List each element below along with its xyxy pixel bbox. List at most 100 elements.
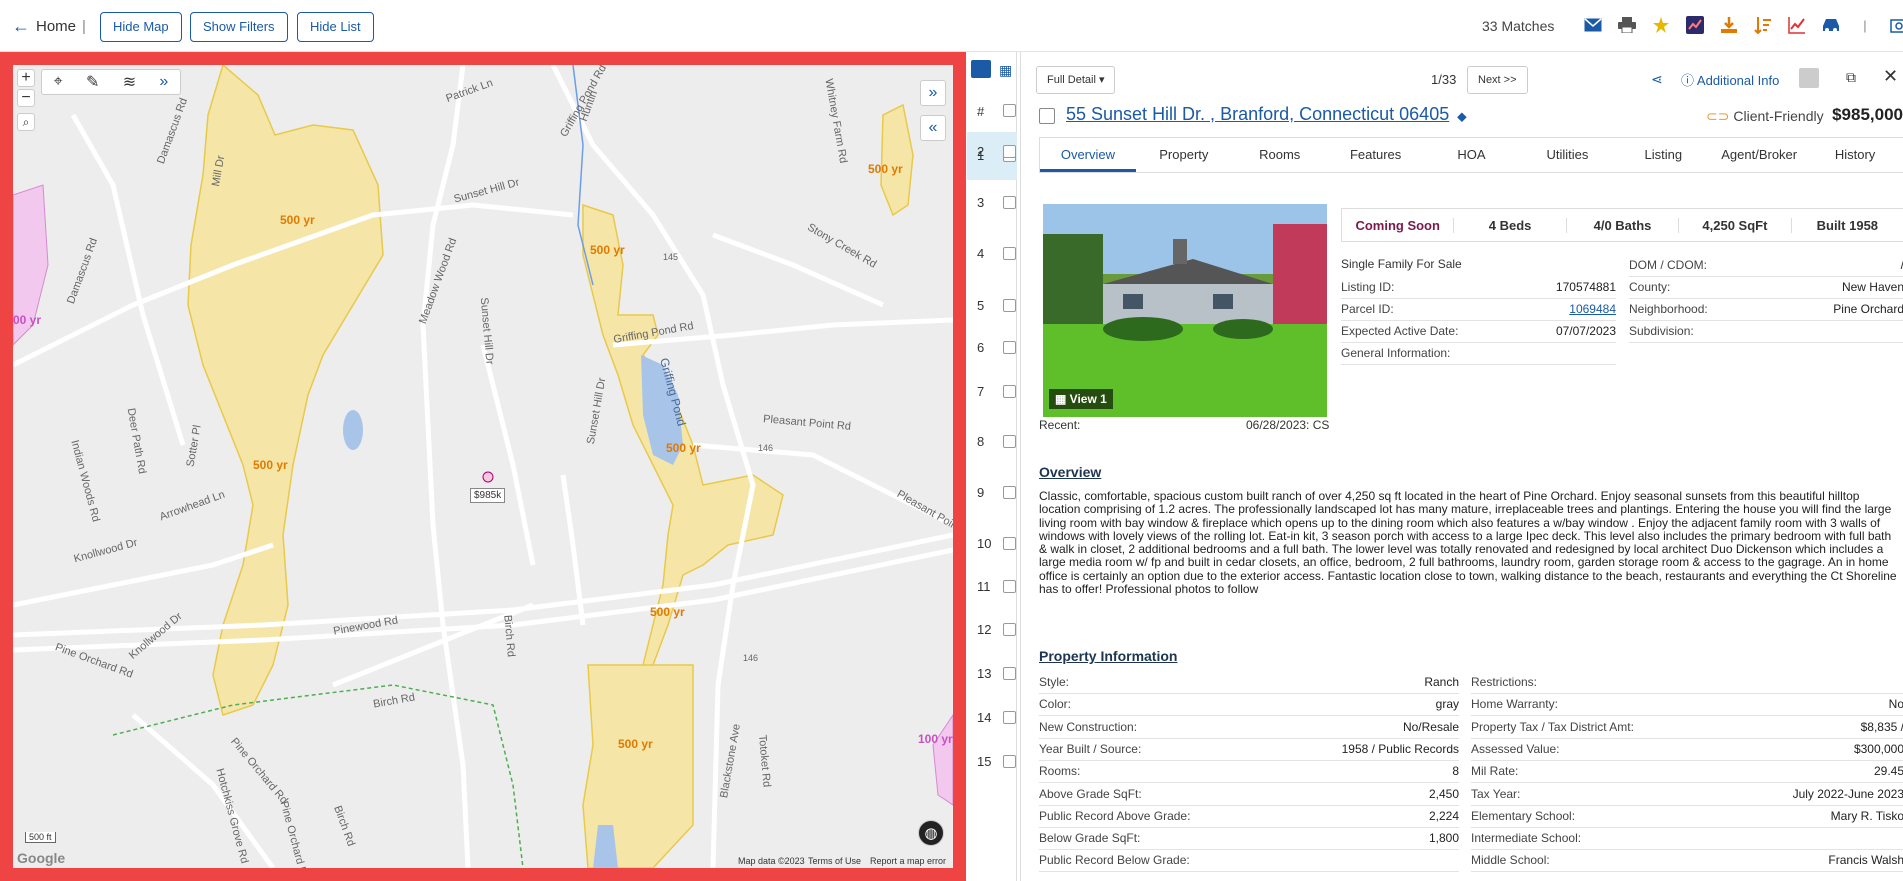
row-checkbox[interactable] bbox=[1003, 711, 1016, 724]
price-marker[interactable]: $985k bbox=[470, 488, 506, 503]
field-value[interactable]: 1069484 bbox=[1569, 299, 1616, 319]
zoom-in-button[interactable]: + bbox=[17, 69, 35, 87]
map-pin-icon[interactable]: ⬥ bbox=[1457, 108, 1467, 125]
field-row: Rooms: 8 bbox=[1039, 761, 1459, 784]
list-row[interactable]: 10 bbox=[967, 536, 1017, 576]
row-checkbox[interactable] bbox=[1003, 196, 1016, 209]
row-checkbox[interactable] bbox=[1003, 580, 1016, 593]
sort-icon[interactable] bbox=[1752, 14, 1774, 36]
row-checkbox[interactable] bbox=[1003, 341, 1016, 354]
stats-icon[interactable] bbox=[1684, 14, 1706, 36]
field-label: Intermediate School: bbox=[1471, 831, 1582, 846]
listing-photo[interactable]: ▦ View 1 bbox=[1043, 204, 1327, 417]
tab-rooms[interactable]: Rooms bbox=[1232, 138, 1328, 172]
row-checkbox[interactable] bbox=[1003, 486, 1016, 499]
property-marker-icon[interactable] bbox=[482, 471, 494, 483]
list-row[interactable]: 13 bbox=[967, 666, 1017, 706]
list-row[interactable]: 2 bbox=[967, 144, 1017, 184]
list-row[interactable]: 8 bbox=[967, 434, 1017, 474]
row-checkbox[interactable] bbox=[1003, 435, 1016, 448]
draw-icon[interactable]: ✎ bbox=[86, 72, 99, 92]
additional-info-link[interactable]: ⓘ Additional Info bbox=[1681, 70, 1779, 89]
map-panel[interactable]: + − ⌕ ⌖ ✎ ≋ » » « Patrick Ln Damascus Rd… bbox=[0, 52, 966, 881]
row-number: 10 bbox=[977, 536, 992, 551]
row-checkbox[interactable] bbox=[1003, 247, 1016, 260]
back-arrow-icon: ← bbox=[12, 16, 30, 36]
row-checkbox[interactable] bbox=[1003, 623, 1016, 636]
report-error-link[interactable]: Report a map error bbox=[870, 856, 946, 866]
tab-property[interactable]: Property bbox=[1136, 138, 1232, 172]
field-value: 07/07/2023 bbox=[1555, 324, 1616, 338]
close-icon[interactable]: ✕ bbox=[1883, 66, 1898, 87]
tab-hoa[interactable]: HOA bbox=[1424, 138, 1520, 172]
field-label: Assessed Value: bbox=[1471, 741, 1560, 756]
select-listing-checkbox[interactable] bbox=[1039, 108, 1055, 124]
row-checkbox[interactable] bbox=[1003, 667, 1016, 680]
grid-view-icon[interactable]: ▦ bbox=[999, 62, 1012, 79]
row-checkbox[interactable] bbox=[1003, 145, 1016, 158]
list-row[interactable]: 14 bbox=[967, 710, 1017, 750]
row-checkbox[interactable] bbox=[1003, 385, 1016, 398]
terms-link[interactable]: Terms of Use bbox=[808, 856, 861, 866]
zoom-out-button[interactable]: − bbox=[17, 89, 35, 107]
popout-icon[interactable]: ⧉ bbox=[1846, 69, 1856, 86]
download-icon[interactable] bbox=[1718, 14, 1740, 36]
client-friendly-toggle[interactable]: ⊂⊃ Client-Friendly bbox=[1706, 108, 1824, 125]
edit-icon[interactable] bbox=[1799, 68, 1819, 88]
car-icon[interactable] bbox=[1820, 14, 1842, 36]
row-number: 8 bbox=[977, 434, 985, 449]
row-number: 13 bbox=[977, 666, 992, 681]
chart-icon[interactable] bbox=[1786, 14, 1808, 36]
list-view-icon[interactable] bbox=[971, 60, 991, 78]
tab-features[interactable]: Features bbox=[1328, 138, 1424, 172]
list-row[interactable]: 12 bbox=[967, 622, 1017, 662]
tab-utilities[interactable]: Utilities bbox=[1519, 138, 1615, 172]
field-row: Neighborhood: Pine Orchard bbox=[1629, 299, 1903, 321]
list-row[interactable]: 5 bbox=[967, 298, 1017, 338]
show-filters-button[interactable]: Show Filters bbox=[190, 12, 288, 42]
tab-listing[interactable]: Listing bbox=[1615, 138, 1711, 172]
email-icon[interactable] bbox=[1582, 14, 1604, 36]
list-row[interactable]: 15 bbox=[967, 754, 1017, 794]
view-label: View 1 bbox=[1069, 392, 1107, 406]
crosshair-icon[interactable]: ⌖ bbox=[54, 73, 63, 91]
list-row[interactable]: 4 bbox=[967, 246, 1017, 286]
home-link[interactable]: ← Home | bbox=[12, 16, 86, 37]
zoom-search-icon[interactable]: ⌕ bbox=[17, 113, 35, 131]
field-label: Above Grade SqFt: bbox=[1039, 786, 1142, 801]
recent-value: 06/28/2023: CS bbox=[1246, 418, 1330, 432]
hide-map-button[interactable]: Hide Map bbox=[100, 12, 182, 42]
hide-list-button[interactable]: Hide List bbox=[297, 12, 374, 42]
layers-icon[interactable]: ≋ bbox=[123, 72, 136, 92]
row-checkbox[interactable] bbox=[1003, 537, 1016, 550]
share-icon[interactable]: ⋖ bbox=[1651, 71, 1663, 88]
full-detail-dropdown[interactable]: Full Detail ▾ bbox=[1036, 66, 1116, 94]
expand-right-icon[interactable]: » bbox=[920, 80, 946, 106]
tab-overview[interactable]: Overview bbox=[1040, 138, 1136, 172]
star-icon[interactable] bbox=[1650, 14, 1672, 36]
select-all-checkbox[interactable] bbox=[1003, 104, 1016, 117]
collapse-left-icon[interactable]: « bbox=[920, 115, 946, 141]
print-icon[interactable] bbox=[1616, 14, 1638, 36]
toggle-icon: ⊂⊃ bbox=[1706, 108, 1730, 124]
field-value: 1958 / Public Records bbox=[1341, 741, 1459, 756]
row-checkbox[interactable] bbox=[1003, 299, 1016, 312]
expand-icon[interactable]: » bbox=[159, 73, 168, 91]
list-row[interactable]: 7 bbox=[967, 384, 1017, 424]
overview-description: Classic, comfortable, spacious custom bu… bbox=[1039, 489, 1897, 597]
listing-address[interactable]: 55 Sunset Hill Dr. , Branford, Connectic… bbox=[1066, 104, 1449, 125]
globe-icon[interactable]: ◍ bbox=[918, 820, 944, 846]
field-value: New Haven bbox=[1841, 280, 1903, 294]
list-row[interactable]: 3 bbox=[967, 195, 1017, 235]
row-checkbox[interactable] bbox=[1003, 755, 1016, 768]
tab-history[interactable]: History bbox=[1807, 138, 1903, 172]
field-row: Subdivision: bbox=[1629, 321, 1903, 343]
list-row[interactable]: 11 bbox=[967, 579, 1017, 619]
row-number: 2 bbox=[977, 144, 985, 159]
camera-icon[interactable] bbox=[1888, 14, 1903, 36]
list-row[interactable]: 6 bbox=[967, 340, 1017, 380]
list-row[interactable]: 9 bbox=[967, 485, 1017, 525]
next-button[interactable]: Next >> bbox=[1467, 66, 1528, 94]
view-photos-button[interactable]: ▦ View 1 bbox=[1049, 389, 1113, 409]
tab-agent-broker[interactable]: Agent/Broker bbox=[1711, 138, 1807, 172]
